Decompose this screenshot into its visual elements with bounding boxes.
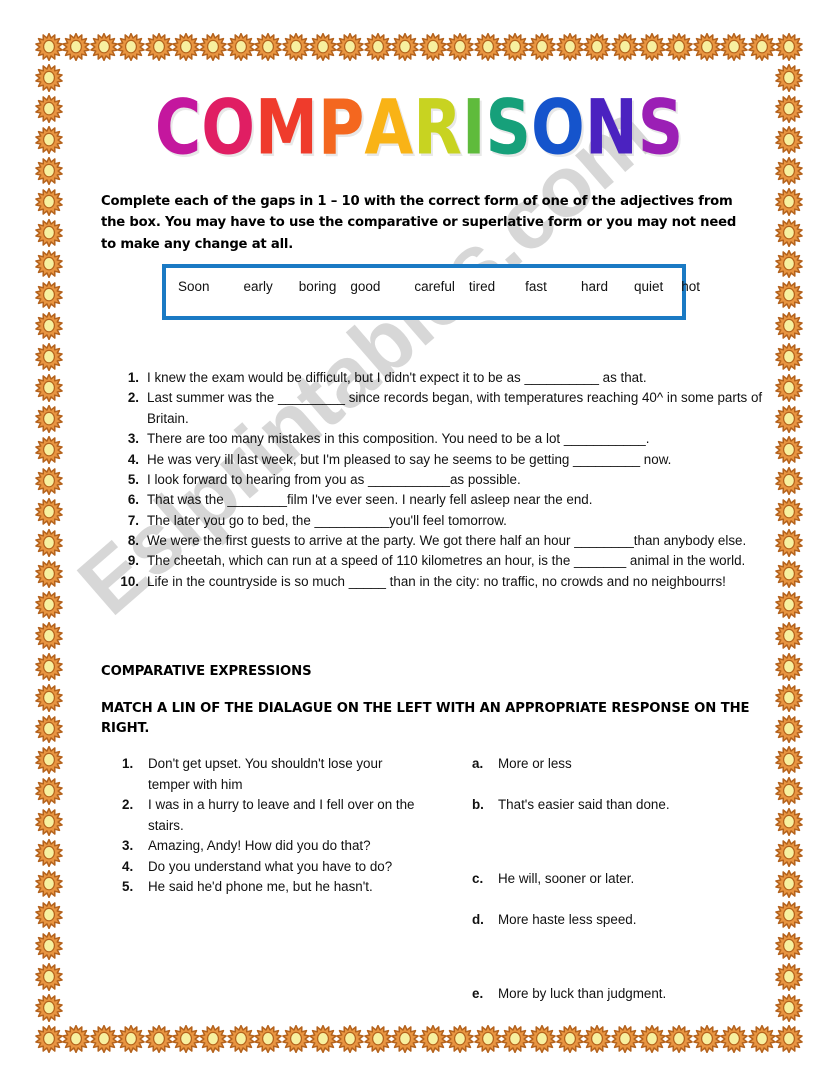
- item-number: 10.: [120, 573, 139, 589]
- matching-right-item: c. He will, sooner or later.: [472, 869, 772, 890]
- item-text: More haste less speed.: [498, 911, 637, 927]
- item-text: I was in a hurry to leave and I fell ove…: [148, 797, 415, 833]
- gap-fill-item: 7. The later you go to bed, the _________…: [120, 511, 770, 531]
- item-number: 4.: [127, 451, 139, 467]
- item-text: The later you go to bed, the __________y…: [147, 512, 507, 528]
- heading-comparative-expressions: COMPARATIVE EXPRESSIONS: [101, 664, 312, 679]
- item-text: That's easier said than done.: [498, 796, 670, 812]
- item-text: That was the ________film I've ever seen…: [147, 492, 593, 508]
- word-bank-box: Soon early boring good careful tired fast hard q…: [162, 264, 700, 320]
- matching-left-item: 5. He said he'd phone me, but he hasn't.: [122, 877, 422, 898]
- item-number: 2.: [122, 797, 134, 812]
- item-number: 1.: [127, 370, 139, 385]
- item-text: We were the first guests to arrive at th…: [147, 533, 747, 548]
- item-number: a.: [472, 756, 484, 771]
- item-text: He said he'd phone me, but he hasn't.: [148, 879, 373, 894]
- page-title: COMPARISONS: [154, 82, 684, 172]
- item-number: 8.: [127, 533, 139, 548]
- gap-fill-item: 3. There are too many mistakes in this co…: [120, 429, 770, 449]
- instructions-text: Complete each of the gaps in 1 – 10 with…: [101, 194, 737, 252]
- word-bank-item: hard: [580, 279, 608, 294]
- item-text: Don't get upset. You shouldn't lose your…: [148, 756, 383, 792]
- item-number: 5.: [127, 471, 139, 487]
- gap-fill-item: 9. The cheetah, which can run at a speed …: [120, 551, 770, 571]
- item-number: 2.: [127, 390, 139, 406]
- item-number: 3.: [127, 431, 139, 447]
- title-letter-5: R: [413, 82, 462, 172]
- gap-fill-item: 2. Last summer was the _________ since re…: [120, 388, 770, 429]
- word-bank-item: good: [350, 279, 381, 294]
- item-text: Do you understand what you have to do?: [148, 858, 393, 874]
- title-letter-7: S: [485, 82, 531, 172]
- title-letter-8: O: [530, 82, 585, 172]
- matching-left-item: 4. Do you understand what you have to do?: [122, 857, 422, 878]
- word-bank-list: Soon early boring good careful tired fast hard q…: [178, 279, 700, 294]
- word-bank-item: hot: [681, 279, 701, 294]
- item-text: More by luck than judgment.: [498, 986, 667, 1001]
- gap-fill-item: 5. I look forward to hearing from you as …: [120, 470, 770, 490]
- title-letter-9: N: [584, 82, 638, 172]
- title-letter-2: M: [254, 82, 318, 172]
- item-text: More or less: [498, 756, 572, 771]
- item-number: c.: [472, 871, 484, 886]
- word-bank-item: early: [243, 279, 273, 294]
- gap-fill-item: 4. He was very ill last week, but I'm ple…: [120, 450, 770, 470]
- worksheet-page: Eslprintables.com COMPARISONS Complete e…: [0, 0, 838, 1086]
- title-letter-0: C: [154, 82, 202, 172]
- gap-fill-item: 10. Life in the countryside is so much __…: [120, 572, 770, 592]
- gap-fill-item: 6. That was the ________film I've ever se…: [120, 490, 770, 510]
- title-letter-1: O: [201, 82, 255, 172]
- item-number: 7.: [127, 512, 139, 528]
- matching-right-column: a. More or less b. That's easier said than …: [472, 754, 772, 1005]
- item-number: 3.: [122, 838, 134, 853]
- item-text: There are too many mistakes in this comp…: [147, 431, 650, 447]
- word-bank-item: boring: [298, 279, 337, 294]
- title-letter-10: S: [637, 82, 684, 172]
- matching-left-item: 1. Don't get upset. You shouldn't lose yo…: [122, 754, 422, 795]
- item-text: He will, sooner or later.: [498, 871, 635, 886]
- heading-match-instruction: MATCH A LIN OF THE DIALAGUE ON THE LEFT …: [101, 701, 750, 737]
- item-number: e.: [472, 986, 484, 1001]
- item-number: 4.: [122, 858, 134, 874]
- matching-right-item: b. That's easier said than done.: [472, 795, 772, 816]
- matching-right-item: a. More or less: [472, 754, 772, 775]
- word-bank-item: quiet: [633, 279, 664, 294]
- word-bank-item: fast: [525, 279, 547, 294]
- item-number: 5.: [122, 879, 134, 894]
- item-text: I knew the exam would be difficult, but …: [147, 370, 647, 385]
- item-number: 1.: [122, 756, 134, 771]
- item-number: d.: [472, 911, 484, 927]
- matching-left-column: 1. Don't get upset. You shouldn't lose yo…: [122, 754, 422, 898]
- gap-fill-item: 1. I knew the exam would be difficult, bu…: [120, 368, 770, 388]
- worksheet-content: COMPARISONS Complete each of the gaps in…: [0, 0, 838, 1086]
- item-text: I look forward to hearing from you as __…: [147, 471, 521, 487]
- title-container: COMPARISONS: [0, 89, 838, 165]
- item-number: b.: [472, 796, 484, 812]
- matching-right-item: d. More haste less speed.: [472, 910, 772, 931]
- word-bank-item: careful: [414, 279, 455, 294]
- gap-fill-item: 8. We were the first guests to arrive at …: [120, 531, 770, 551]
- item-text: Last summer was the _________ since reco…: [147, 390, 763, 426]
- item-text: Amazing, Andy! How did you do that?: [148, 838, 371, 853]
- title-letter-3: P: [317, 82, 365, 172]
- matching-left-item: 2. I was in a hurry to leave and I fell o…: [122, 795, 422, 836]
- matching-left-item: 3. Amazing, Andy! How did you do that?: [122, 836, 422, 857]
- item-number: 6.: [127, 492, 139, 508]
- word-bank-item: Soon: [178, 279, 210, 294]
- title-letter-6: I: [461, 82, 486, 172]
- item-text: The cheetah, which can run at a speed of…: [147, 553, 746, 569]
- item-number: 9.: [127, 553, 139, 569]
- title-letter-4: A: [364, 82, 414, 172]
- word-bank-item: tired: [468, 279, 496, 294]
- gap-fill-exercise: 1. I knew the exam would be difficult, bu…: [120, 368, 770, 592]
- item-text: Life in the countryside is so much _____…: [147, 573, 726, 589]
- item-text: He was very ill last week, but I'm pleas…: [147, 451, 672, 467]
- matching-right-item: e. More by luck than judgment.: [472, 984, 772, 1005]
